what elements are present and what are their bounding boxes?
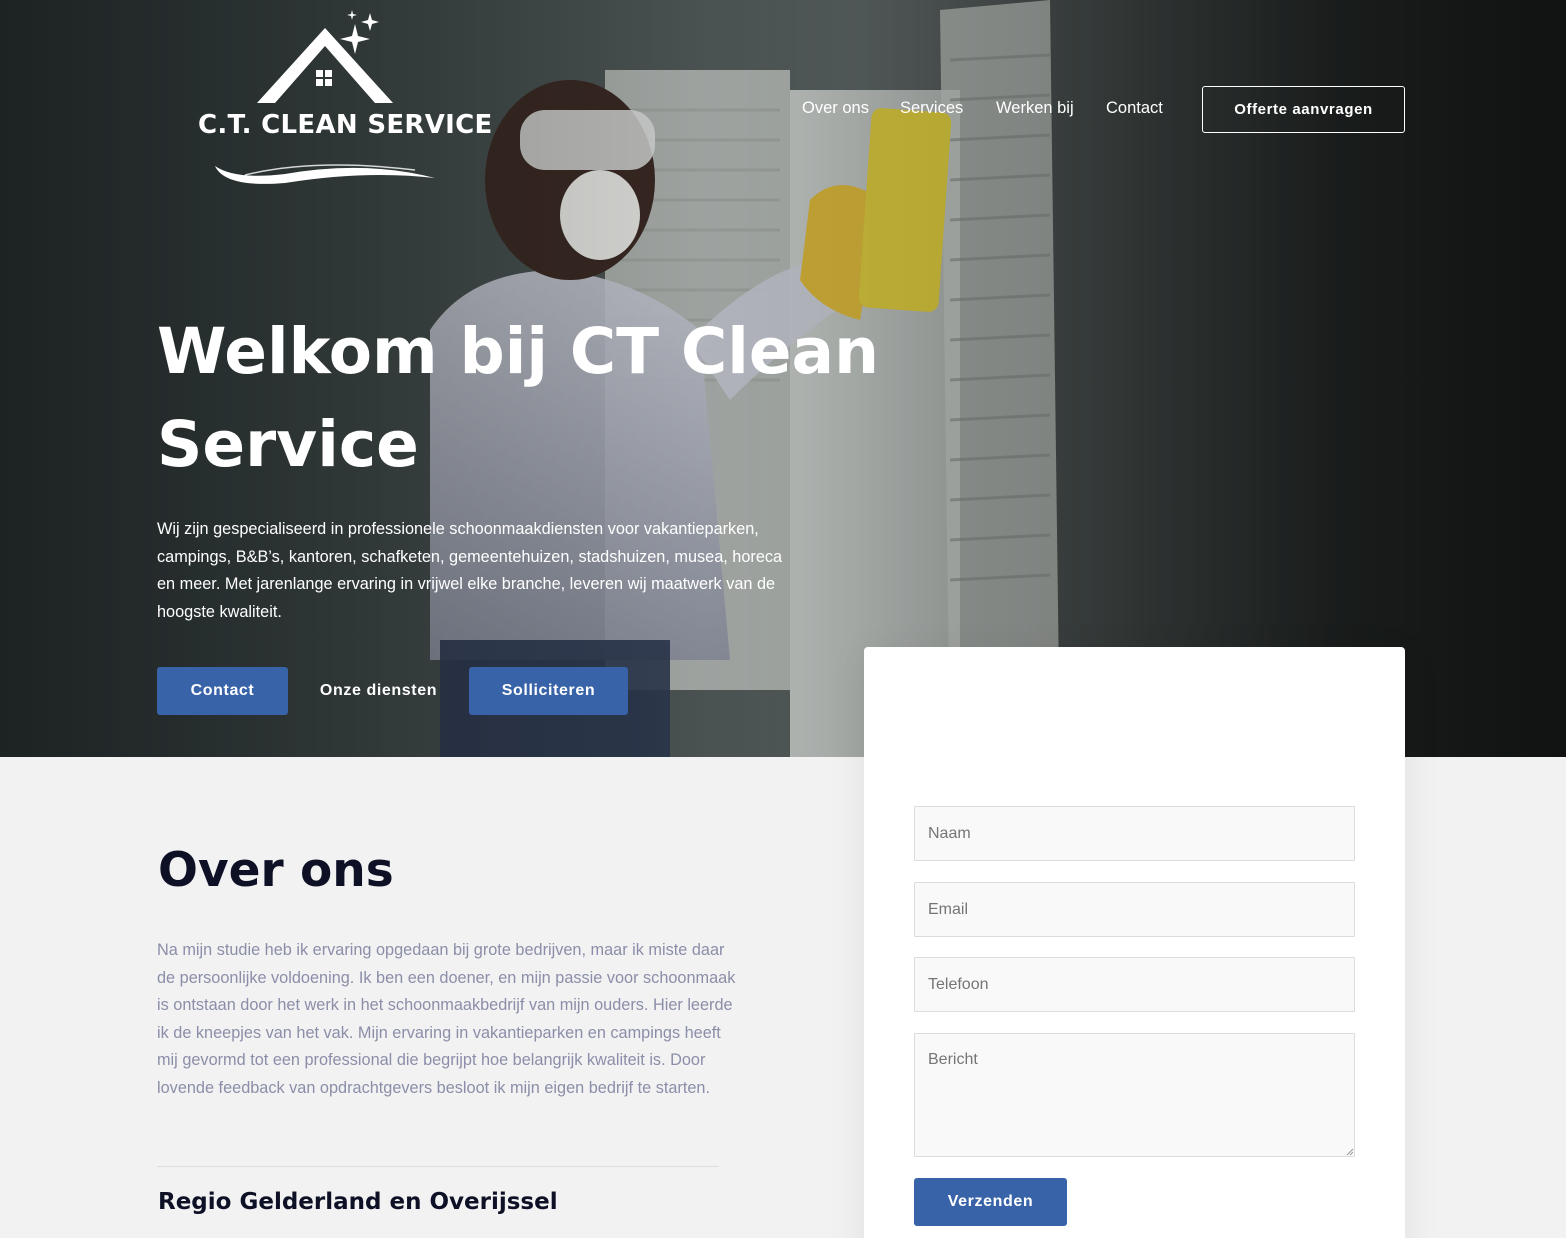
nav-item-over-ons[interactable]: Over ons xyxy=(802,99,869,118)
about-text: Na mijn studie heb ik ervaring opgedaan … xyxy=(157,941,736,1097)
apply-button[interactable]: Solliciteren xyxy=(469,667,628,715)
submit-button[interactable]: Verzenden xyxy=(914,1178,1067,1226)
message-field[interactable] xyxy=(914,1033,1355,1157)
name-field[interactable] xyxy=(914,806,1355,861)
resize-grip-icon[interactable] xyxy=(1346,1148,1354,1156)
divider xyxy=(157,1166,719,1167)
hero-description: Wij zijn gespecialiseerd in professionel… xyxy=(157,520,783,621)
nav-item-werken-bij[interactable]: Werken bij xyxy=(996,99,1074,118)
logo-icon[interactable] xyxy=(195,8,475,193)
hero-title: Welkom bij CT Clean Service xyxy=(157,315,879,481)
email-field[interactable] xyxy=(914,882,1355,937)
contact-button[interactable]: Contact xyxy=(157,667,288,715)
nav-item-services[interactable]: Services xyxy=(900,99,963,118)
phone-field[interactable] xyxy=(914,957,1355,1012)
about-title: Over ons xyxy=(158,843,394,898)
logo-text[interactable]: C.T. CLEAN SERVICE xyxy=(198,110,493,140)
region-title: Regio Gelderland en Overijssel xyxy=(158,1189,558,1215)
quote-request-button[interactable]: Offerte aanvragen xyxy=(1202,86,1405,133)
nav-item-contact[interactable]: Contact xyxy=(1106,99,1163,118)
services-button[interactable]: Onze diensten xyxy=(310,667,447,715)
